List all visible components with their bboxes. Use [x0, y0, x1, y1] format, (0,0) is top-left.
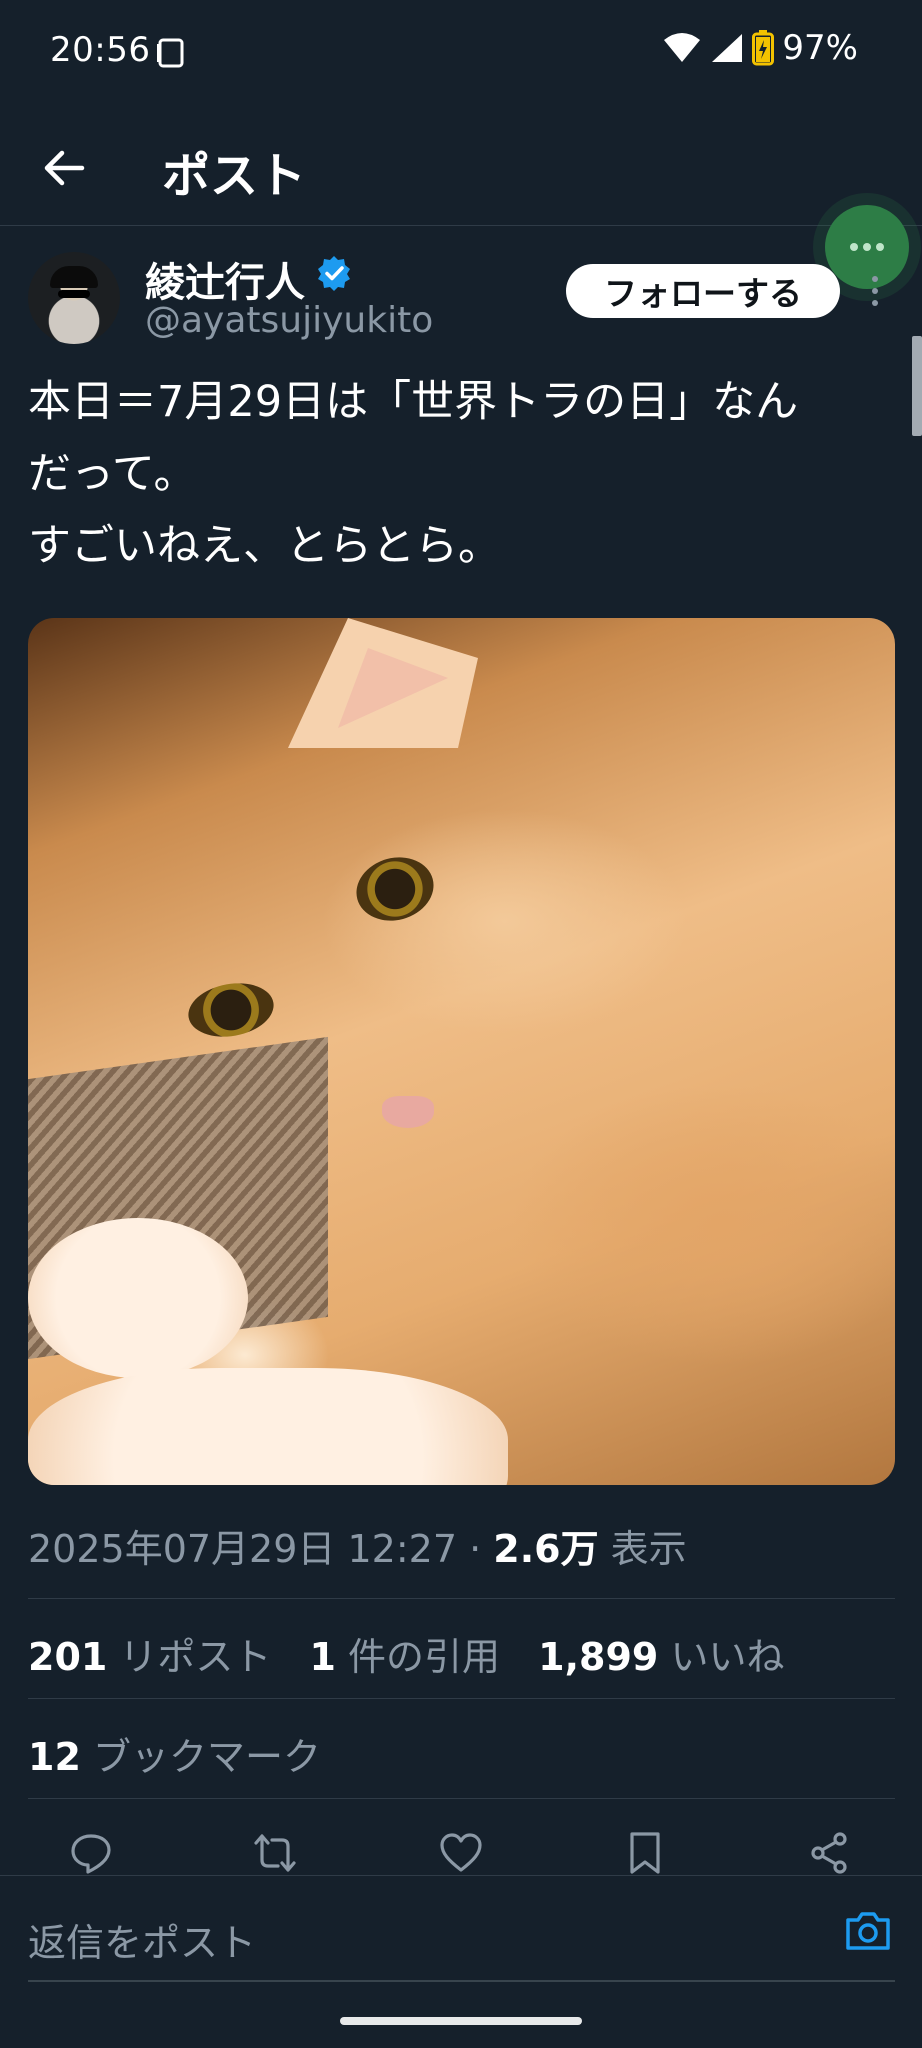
floating-more-button[interactable] [825, 205, 909, 289]
reposts-label: リポスト [107, 1635, 272, 1679]
bookmarks-label: ブックマーク [80, 1735, 321, 1779]
tweet-text-line: だって。 [28, 449, 197, 499]
views-label: 表示 [598, 1527, 687, 1571]
cat-nose-shape [382, 1096, 434, 1128]
verified-badge-icon [318, 256, 350, 291]
divider [28, 1798, 895, 1799]
battery-icon [752, 30, 775, 66]
quotes-count: 1 [309, 1635, 336, 1679]
like-heart-icon[interactable] [438, 1830, 484, 1876]
camera-icon[interactable] [844, 1908, 892, 1952]
page-title: ポスト [162, 148, 307, 204]
reply-underline [28, 1980, 895, 1982]
cat-eye-shape [349, 848, 441, 930]
home-indicator[interactable] [340, 2017, 582, 2025]
reposts-stat[interactable]: 201 リポスト [28, 1635, 297, 1679]
tweet-text: 本日＝7月29日は「世界トラの日」なん だって。 すごいねえ、とらとら。 [28, 366, 888, 582]
bookmarks-stat[interactable]: 12 ブックマーク [28, 1726, 347, 1781]
timestamp-date: 2025年07月29日 12:27 · [28, 1527, 494, 1571]
sim-card-icon [157, 38, 184, 68]
share-icon[interactable] [806, 1830, 852, 1876]
action-bar [0, 1830, 922, 1874]
tweet-photo[interactable] [28, 618, 895, 1485]
avatar-hat-shape [50, 266, 98, 288]
tweet-text-line: 本日＝7月29日は「世界トラの日」なん [28, 377, 799, 427]
reply-icon[interactable] [68, 1830, 114, 1876]
dot [863, 243, 871, 251]
status-icons: 97% [662, 28, 858, 68]
wifi-icon [664, 33, 701, 62]
status-bar: 20:56 97% [0, 0, 922, 100]
cat-paw-shape [28, 1218, 248, 1378]
views-count: 2.6万 [493, 1527, 599, 1571]
avatar[interactable] [28, 252, 120, 344]
quotes-stat[interactable]: 1 件の引用 [310, 1635, 527, 1679]
reply-input[interactable]: 返信をポスト [28, 1912, 256, 1967]
repost-icon[interactable] [252, 1830, 298, 1876]
likes-stat[interactable]: 1,899 いいね [538, 1635, 810, 1679]
dot [850, 243, 858, 251]
bookmark-icon[interactable] [622, 1830, 668, 1876]
reply-composer: 返信をポスト [0, 1875, 922, 1985]
cat-eye-shape [184, 976, 278, 1044]
more-options-icon[interactable] [872, 276, 880, 306]
battery-percentage: 97% [782, 28, 858, 68]
reposts-count: 201 [28, 1635, 108, 1679]
likes-label: いいね [658, 1635, 785, 1679]
divider [28, 1598, 895, 1599]
status-time: 20:56 [50, 30, 151, 70]
follow-button[interactable]: フォローする [566, 264, 840, 318]
cat-ear-shape [288, 618, 478, 748]
avatar-glasses-shape [58, 290, 90, 298]
back-arrow-icon[interactable] [38, 142, 90, 194]
top-bar: ポスト [0, 110, 922, 226]
cat-leg-shape [28, 1368, 508, 1485]
tweet-text-line: すごいねえ、とらとら。 [28, 521, 501, 571]
author-handle[interactable]: @ayatsujiyukito [145, 300, 433, 341]
dot [876, 243, 884, 251]
tweet-timestamp: 2025年07月29日 12:27 · 2.6万 表示 [28, 1518, 687, 1573]
engagement-stats: 201 リポスト 1 件の引用 1,899 いいね [28, 1626, 810, 1681]
divider [28, 1698, 895, 1699]
scrollbar-thumb[interactable] [912, 336, 922, 436]
likes-count: 1,899 [538, 1635, 659, 1679]
bookmarks-count: 12 [28, 1735, 81, 1779]
quotes-label: 件の引用 [335, 1635, 501, 1679]
signal-icon [712, 34, 743, 62]
